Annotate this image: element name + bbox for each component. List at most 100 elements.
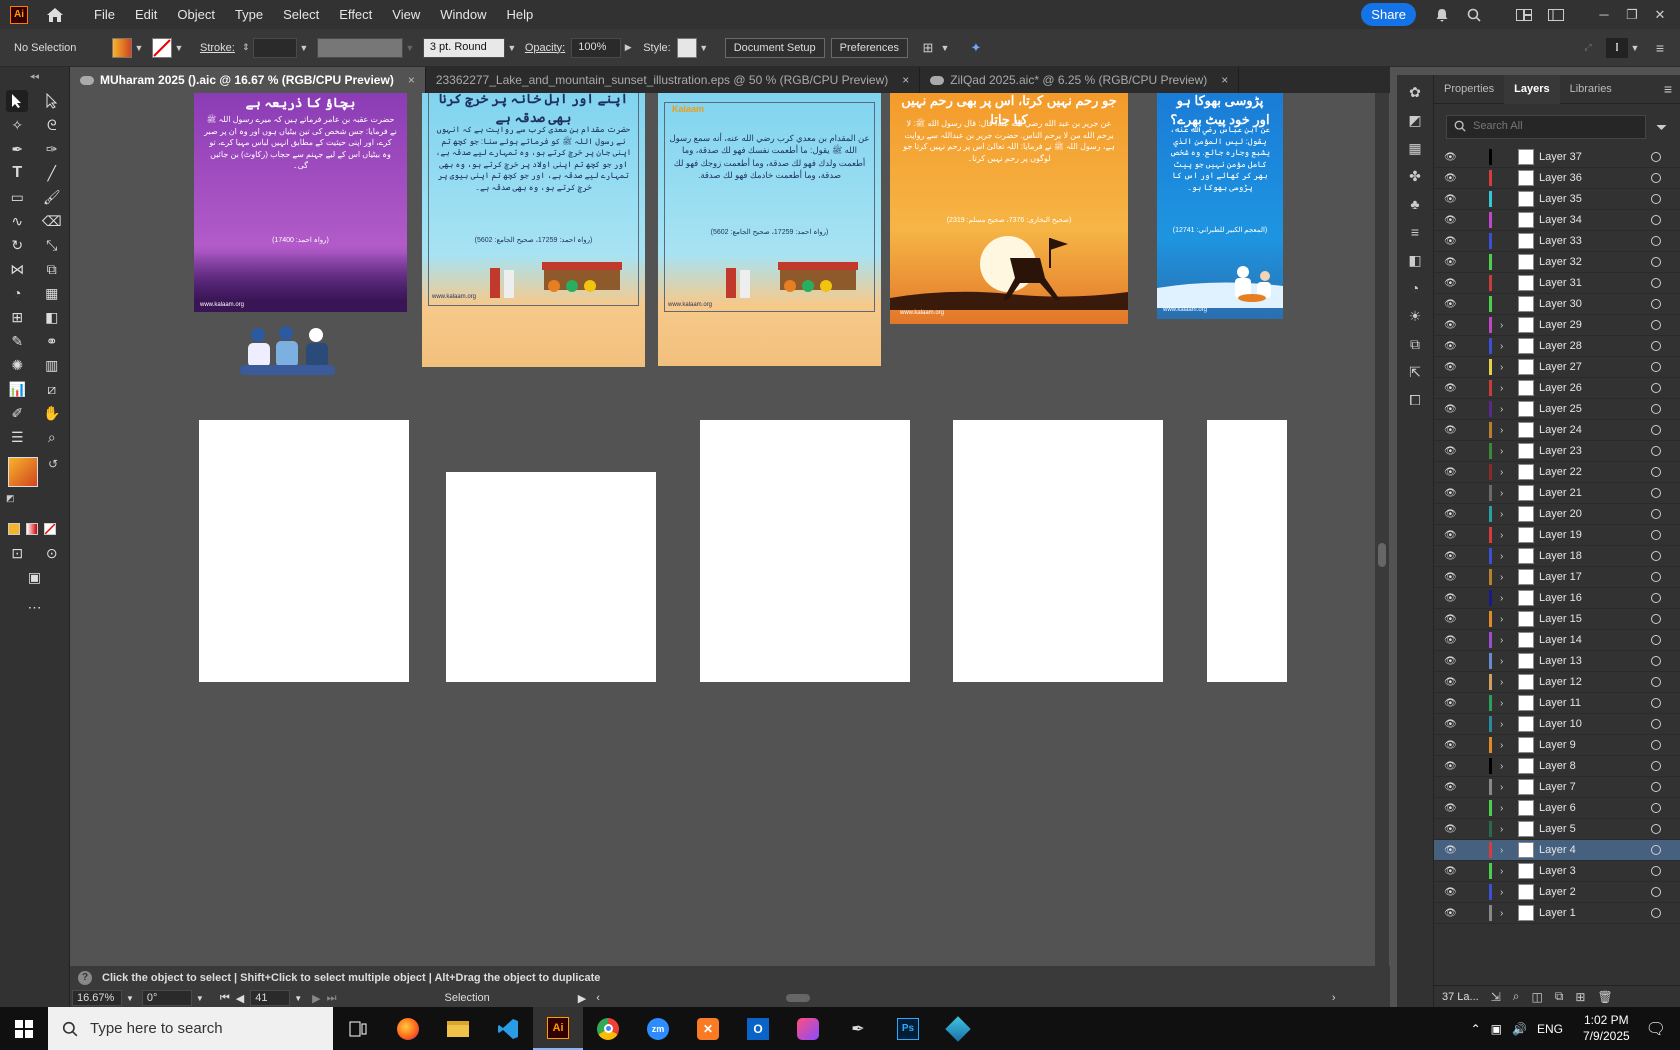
rectangle-tool-icon[interactable]: ▭ (6, 186, 28, 208)
layer-row[interactable]: 👁 › Layer 18 (1434, 546, 1680, 567)
layer-row[interactable]: 👁 › Layer 5 (1434, 819, 1680, 840)
fill-stroke-swatches[interactable]: ↺ ◩ (0, 457, 69, 517)
layer-row[interactable]: 👁 › Layer 11 (1434, 693, 1680, 714)
visibility-eye-icon[interactable]: 👁 (1444, 278, 1458, 289)
zoom-level-field[interactable]: 16.67% (72, 990, 122, 1006)
volume-icon[interactable]: 🔊 (1512, 1022, 1527, 1036)
expand-chevron-icon[interactable]: › (1500, 782, 1512, 793)
layer-name[interactable]: Layer 15 (1539, 613, 1649, 625)
target-circle-icon[interactable] (1651, 698, 1661, 708)
layer-name[interactable]: Layer 11 (1539, 697, 1649, 709)
taskbar-clock[interactable]: 1:02 PM 7/9/2025 (1583, 1013, 1630, 1044)
layer-name[interactable]: Layer 35 (1539, 193, 1649, 205)
document-setup-button[interactable]: Document Setup (724, 37, 825, 58)
layer-row[interactable]: 👁 Layer 35 (1434, 189, 1680, 210)
recolor-icon[interactable]: ✦ (966, 38, 986, 58)
expand-chevron-icon[interactable]: › (1500, 761, 1512, 772)
artboard-empty[interactable] (953, 420, 1163, 682)
layer-name[interactable]: Layer 14 (1539, 634, 1649, 646)
symbols-icon[interactable]: ♣ (1404, 193, 1426, 215)
layer-name[interactable]: Layer 9 (1539, 739, 1649, 751)
gradient-panel-icon[interactable]: ◧ (1404, 249, 1426, 271)
opacity-input[interactable]: 100% (571, 37, 622, 58)
workspace-switcher-icon[interactable]: ⫿ (1606, 37, 1628, 58)
expand-chevron-icon[interactable]: › (1500, 698, 1512, 709)
locate-object-icon[interactable]: ⌕ (1513, 989, 1520, 1004)
layer-row[interactable]: 👁 Layer 32 (1434, 252, 1680, 273)
target-circle-icon[interactable] (1651, 236, 1661, 246)
visibility-eye-icon[interactable]: 👁 (1444, 551, 1458, 562)
target-circle-icon[interactable] (1651, 362, 1661, 372)
panel-tab-libraries[interactable]: Libraries (1560, 75, 1622, 104)
visibility-eye-icon[interactable]: 👁 (1444, 824, 1458, 835)
chevron-up-icon[interactable]: ⌃ (1471, 1022, 1481, 1036)
layer-name[interactable]: Layer 8 (1539, 760, 1649, 772)
chevron-right-icon[interactable]: ▶ (621, 38, 635, 58)
document-tab[interactable]: MUharam 2025 ().aic @ 16.67 % (RGB/CPU P… (70, 67, 426, 93)
layer-row[interactable]: 👁 › Layer 8 (1434, 756, 1680, 777)
expand-chevron-icon[interactable]: › (1500, 404, 1512, 415)
layer-row[interactable]: 👁 Layer 34 (1434, 210, 1680, 231)
layer-row[interactable]: 👁 › Layer 10 (1434, 714, 1680, 735)
layer-row[interactable]: 👁 › Layer 2 (1434, 882, 1680, 903)
layer-name[interactable]: Layer 7 (1539, 781, 1649, 793)
document-tab[interactable]: 23362277_Lake_and_mountain_sunset_illust… (426, 67, 921, 93)
scroll-left-icon[interactable]: ‹ (596, 992, 600, 1004)
poster-artwork-2[interactable]: اپنے اور اہل خانہ پر خرچ کرنا بھی صدقہ ہ… (422, 93, 645, 367)
target-circle-icon[interactable] (1651, 152, 1661, 162)
free-transform-tool-icon[interactable]: ⧉ (41, 258, 63, 280)
creative-cloud-icon[interactable] (783, 1007, 833, 1050)
visibility-eye-icon[interactable]: 👁 (1444, 887, 1458, 898)
menu-item-file[interactable]: File (84, 7, 125, 22)
chevron-down-icon[interactable]: ▼ (196, 994, 204, 1003)
xampp-icon[interactable]: ✕ (683, 1007, 733, 1050)
layer-row[interactable]: 👁 › Layer 19 (1434, 525, 1680, 546)
layer-name[interactable]: Layer 18 (1539, 550, 1649, 562)
expand-chevron-icon[interactable]: › (1500, 509, 1512, 520)
layer-name[interactable]: Layer 32 (1539, 256, 1649, 268)
expand-chevron-icon[interactable]: › (1500, 341, 1512, 352)
new-layer-icon[interactable]: ⊞ (1575, 990, 1585, 1004)
preferences-button[interactable]: Preferences (830, 37, 908, 58)
expand-chevron-icon[interactable]: › (1500, 572, 1512, 583)
brush-definition[interactable]: 3 pt. Round (422, 37, 505, 58)
arrange-documents-icon[interactable] (1514, 5, 1534, 25)
visibility-eye-icon[interactable]: 👁 (1444, 845, 1458, 856)
symbol-sprayer-tool-icon[interactable]: ✺ (6, 354, 28, 376)
layer-name[interactable]: Layer 33 (1539, 235, 1649, 247)
layer-row[interactable]: 👁 Layer 30 (1434, 294, 1680, 315)
visibility-eye-icon[interactable]: 👁 (1444, 383, 1458, 394)
more-tools-icon[interactable]: ⋯ (24, 596, 46, 618)
target-circle-icon[interactable] (1651, 530, 1661, 540)
chevron-down-icon[interactable]: ▼ (938, 38, 952, 58)
chevron-down-icon[interactable]: ▼ (294, 994, 302, 1003)
people-illustration[interactable] (240, 325, 335, 377)
mesh-tool-icon[interactable]: ⊞ (6, 306, 28, 328)
paintbrush-tool-icon[interactable]: 🖌 (41, 186, 63, 208)
lasso-tool-icon[interactable]: ᘓ (41, 114, 63, 136)
artboard-empty[interactable] (700, 420, 910, 682)
layer-row[interactable]: 👁 › Layer 9 (1434, 735, 1680, 756)
minimize-icon[interactable]: ─ (1590, 7, 1618, 22)
artboard-empty[interactable] (446, 472, 656, 682)
target-circle-icon[interactable] (1651, 635, 1661, 645)
layers-tool-icon[interactable]: ☰ (6, 426, 28, 448)
layer-name[interactable]: Layer 31 (1539, 277, 1649, 289)
expand-chevron-icon[interactable]: › (1500, 656, 1512, 667)
expand-chevron-icon[interactable]: › (1500, 362, 1512, 373)
next-artboard-icon[interactable]: ▶ (312, 992, 320, 1005)
layer-row[interactable]: 👁 › Layer 17 (1434, 567, 1680, 588)
visibility-eye-icon[interactable]: 👁 (1444, 719, 1458, 730)
target-circle-icon[interactable] (1651, 803, 1661, 813)
target-circle-icon[interactable] (1651, 467, 1661, 477)
horizontal-scrollbar[interactable] (606, 992, 1326, 1004)
visibility-eye-icon[interactable]: 👁 (1444, 152, 1458, 163)
poster-artwork-5[interactable]: پڑوسی بھوکا ہو اور خود پیٹ بھرے؟ عن ابن … (1157, 93, 1283, 319)
fill-swatch[interactable] (112, 37, 132, 58)
restore-icon[interactable]: ❐ (1618, 7, 1646, 23)
color-mode-icon[interactable] (8, 523, 20, 535)
visibility-eye-icon[interactable]: 👁 (1444, 635, 1458, 646)
layer-row[interactable]: 👁 › Layer 1 (1434, 903, 1680, 924)
swatches-icon[interactable]: ▦ (1404, 137, 1426, 159)
transparency-icon[interactable]: ◔ (1404, 277, 1426, 299)
